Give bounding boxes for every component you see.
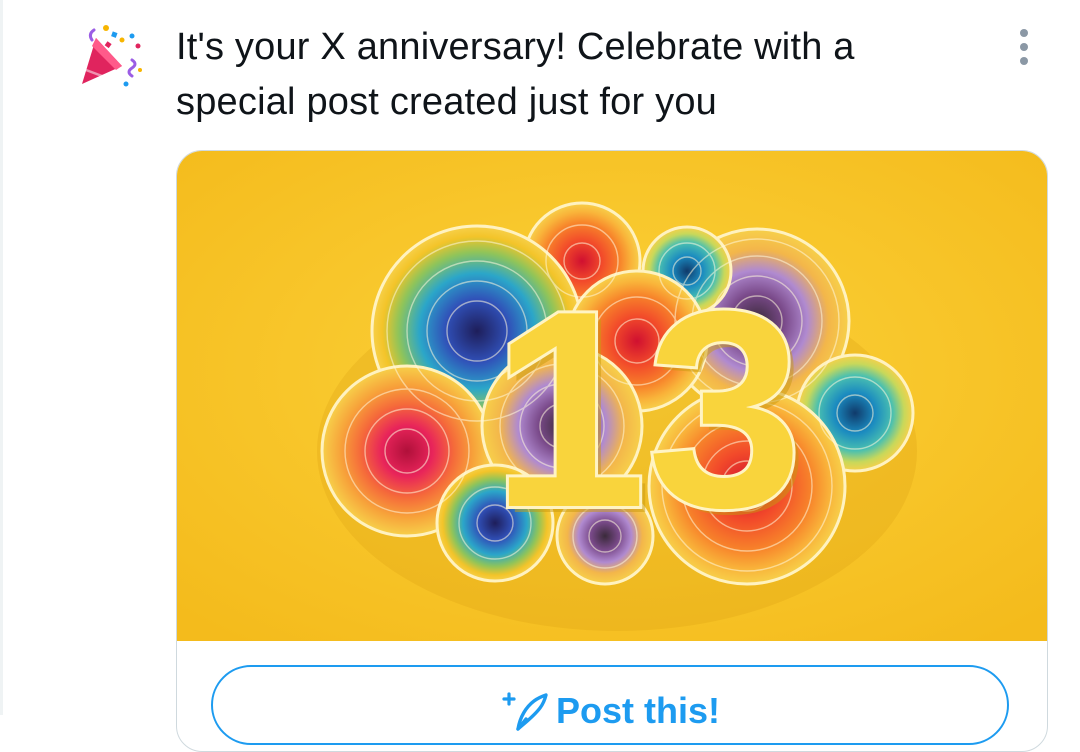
more-options-button[interactable] — [1004, 22, 1044, 72]
party-popper-icon — [82, 25, 142, 87]
compose-post-icon — [502, 692, 548, 731]
anniversary-notification[interactable]: It's your X anniversary! Celebrate with … — [0, 0, 1080, 752]
svg-text:13: 13 — [491, 254, 802, 566]
anniversary-card[interactable]: 13 13 Post this! — [176, 150, 1048, 752]
anniversary-number: 13 13 — [488, 251, 808, 572]
anniversary-image: 13 13 — [177, 151, 1047, 641]
more-vertical-icon — [1020, 29, 1028, 65]
post-this-button[interactable]: Post this! — [211, 665, 1009, 745]
notification-text: It's your X anniversary! Celebrate with … — [176, 26, 855, 123]
post-this-label: Post this! — [555, 690, 720, 731]
